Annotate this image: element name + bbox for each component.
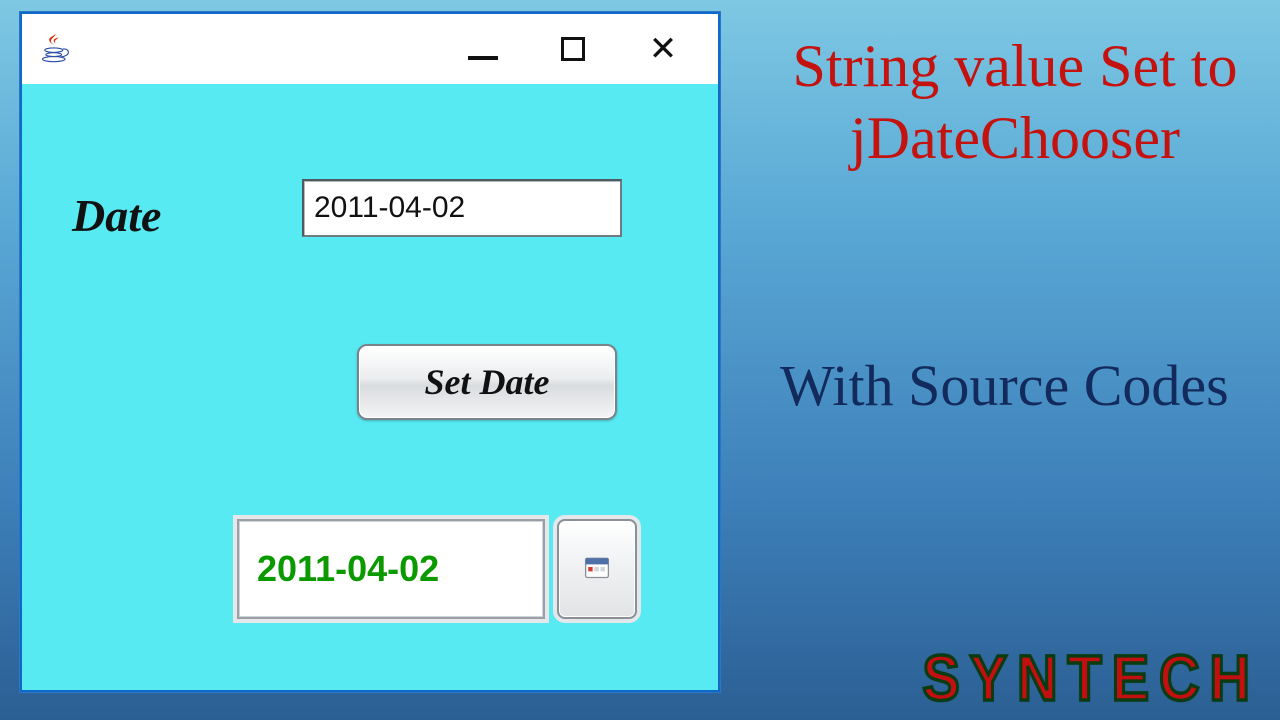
java-cup-icon bbox=[36, 29, 76, 69]
brand-watermark: SYNTECH bbox=[922, 640, 1260, 715]
headline-red: String value Set to jDateChooser bbox=[770, 30, 1260, 174]
date-input[interactable]: 2011-04-02 bbox=[302, 179, 622, 237]
jdatechooser: 2011-04-02 bbox=[237, 519, 637, 619]
client-area: Date 2011-04-02 Set Date 2011-04-02 bbox=[22, 84, 718, 690]
app-window: ✕ Date 2011-04-02 Set Date 2011-04-02 bbox=[20, 12, 720, 692]
window-controls: ✕ bbox=[458, 24, 708, 74]
jdatechooser-button[interactable] bbox=[557, 519, 637, 619]
headline-blue: With Source Codes bbox=[770, 350, 1260, 423]
set-date-button[interactable]: Set Date bbox=[357, 344, 617, 420]
jdatechooser-field[interactable]: 2011-04-02 bbox=[237, 519, 545, 619]
calendar-icon bbox=[583, 553, 611, 586]
minimize-button[interactable] bbox=[458, 24, 508, 74]
date-label: Date bbox=[72, 189, 161, 242]
close-button[interactable]: ✕ bbox=[638, 24, 688, 74]
titlebar[interactable]: ✕ bbox=[22, 14, 718, 84]
maximize-button[interactable] bbox=[548, 24, 598, 74]
